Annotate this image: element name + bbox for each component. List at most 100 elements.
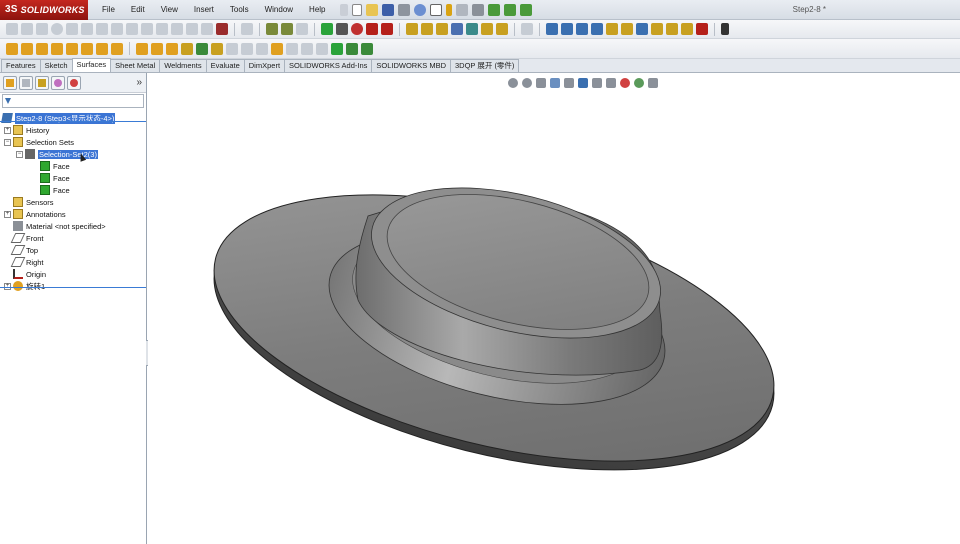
feature-manager-tab[interactable] bbox=[3, 75, 17, 90]
filled-surface-icon[interactable] bbox=[81, 42, 93, 55]
collapse-toggle[interactable]: − bbox=[16, 150, 23, 158]
macro-edit-icon[interactable] bbox=[366, 23, 378, 35]
dimxpert-manager-tab[interactable] bbox=[51, 75, 65, 90]
freeform-icon[interactable] bbox=[111, 42, 123, 55]
check-icon[interactable] bbox=[681, 23, 693, 35]
tree-item-sensors[interactable]: Sensors bbox=[0, 196, 146, 208]
tree-item-right-plane[interactable]: Right bbox=[0, 256, 146, 268]
planar-surface-icon[interactable] bbox=[96, 42, 108, 55]
tab-dimxpert[interactable]: DimXpert bbox=[243, 59, 286, 72]
thicken-icon[interactable] bbox=[286, 42, 298, 55]
fillet-icon[interactable] bbox=[331, 42, 343, 55]
thickened-cut-icon[interactable] bbox=[301, 42, 313, 55]
wrench-icon[interactable] bbox=[721, 23, 729, 35]
zoom-to-fit-icon[interactable] bbox=[508, 78, 518, 88]
circle-icon[interactable] bbox=[51, 23, 63, 35]
relations-icon[interactable] bbox=[266, 23, 278, 35]
extruded-surface-icon[interactable] bbox=[6, 42, 18, 55]
property-manager-tab[interactable] bbox=[19, 75, 33, 90]
rollback-bar[interactable] bbox=[0, 287, 146, 288]
rectangle-icon[interactable] bbox=[36, 23, 48, 35]
scissors-icon[interactable] bbox=[216, 23, 228, 35]
view-orientation-icon[interactable] bbox=[578, 78, 588, 88]
move-face-icon[interactable] bbox=[451, 23, 463, 35]
tree-item-face[interactable]: Face bbox=[0, 160, 146, 172]
compare-icon[interactable] bbox=[666, 23, 678, 35]
record-icon[interactable] bbox=[351, 23, 363, 35]
tab-evaluate[interactable]: Evaluate bbox=[205, 59, 245, 72]
tab-surfaces[interactable]: Surfaces bbox=[71, 58, 112, 72]
offset-surface-icon[interactable] bbox=[136, 42, 148, 55]
zoom-area-icon[interactable] bbox=[522, 78, 532, 88]
measure-icon[interactable] bbox=[696, 23, 708, 35]
repair-sketch-icon[interactable] bbox=[281, 23, 293, 35]
tree-item-history[interactable]: + History bbox=[0, 124, 146, 136]
tree-item-selection-sets[interactable]: − Selection Sets bbox=[0, 136, 146, 148]
intersect-icon[interactable] bbox=[496, 23, 508, 35]
combine-icon[interactable] bbox=[481, 23, 493, 35]
menu-tools[interactable]: Tools bbox=[222, 5, 257, 14]
section-view-icon[interactable] bbox=[550, 78, 560, 88]
tree-item-revolve[interactable]: + 旋转1 bbox=[0, 280, 146, 292]
fillet-sketch-icon[interactable] bbox=[156, 23, 168, 35]
tree-item-annotations[interactable]: + Annotations bbox=[0, 208, 146, 220]
menu-insert[interactable]: Insert bbox=[186, 5, 222, 14]
play-icon[interactable] bbox=[321, 23, 333, 35]
open-folder-icon[interactable] bbox=[365, 3, 378, 16]
previous-view-icon[interactable] bbox=[536, 78, 546, 88]
curves-icon[interactable] bbox=[361, 42, 373, 55]
spline-icon[interactable] bbox=[81, 23, 93, 35]
mirror-icon[interactable] bbox=[141, 23, 153, 35]
centerline-icon[interactable] bbox=[186, 23, 198, 35]
addin-icon[interactable] bbox=[487, 3, 500, 16]
tab-3dqp[interactable]: 3DQP 展开 (零件) bbox=[449, 59, 520, 72]
extend-surface-icon[interactable] bbox=[226, 42, 238, 55]
expand-toggle[interactable]: + bbox=[4, 282, 11, 290]
collapse-toggle[interactable]: − bbox=[4, 138, 11, 146]
undercut-icon[interactable] bbox=[606, 23, 618, 35]
tree-item-top-plane[interactable]: Top bbox=[0, 244, 146, 256]
arc-icon[interactable] bbox=[66, 23, 78, 35]
thickness-analysis-icon[interactable] bbox=[636, 23, 648, 35]
menu-view[interactable]: View bbox=[153, 5, 186, 14]
new-document-icon[interactable] bbox=[351, 3, 362, 16]
display-style-icon[interactable] bbox=[592, 78, 602, 88]
tree-filter[interactable] bbox=[2, 94, 144, 108]
sketch-icon[interactable] bbox=[6, 23, 18, 35]
grid-icon[interactable] bbox=[296, 23, 308, 35]
knit-surface-icon[interactable] bbox=[271, 42, 283, 55]
undo-icon[interactable] bbox=[413, 3, 426, 16]
feature-scope-icon[interactable] bbox=[421, 23, 433, 35]
deviation-icon[interactable] bbox=[576, 23, 588, 35]
tab-solidworks-mbd[interactable]: SOLIDWORKS MBD bbox=[371, 59, 451, 72]
curvature-icon[interactable] bbox=[546, 23, 558, 35]
tab-sheet-metal[interactable]: Sheet Metal bbox=[110, 59, 161, 72]
menu-window[interactable]: Window bbox=[257, 5, 301, 14]
tree-root[interactable]: Step2-8 (Step3<显示状态-4>) bbox=[0, 112, 146, 124]
tree-item-face[interactable]: Face bbox=[0, 172, 146, 184]
menu-help[interactable]: Help bbox=[301, 5, 333, 14]
file-properties-icon[interactable] bbox=[455, 3, 468, 16]
tab-weldments[interactable]: Weldments bbox=[159, 59, 207, 72]
addin3-icon[interactable] bbox=[519, 3, 532, 16]
tree-item-face[interactable]: Face bbox=[0, 184, 146, 196]
surface-flatten-icon[interactable] bbox=[166, 42, 178, 55]
print-icon[interactable] bbox=[397, 3, 410, 16]
parting-line-icon[interactable] bbox=[621, 23, 633, 35]
move-copy-icon[interactable] bbox=[436, 23, 448, 35]
zebra-icon[interactable] bbox=[561, 23, 573, 35]
offset-icon[interactable] bbox=[126, 23, 138, 35]
solidworks-logo[interactable]: 3S SOLIDWORKS bbox=[0, 0, 88, 20]
stop-icon[interactable] bbox=[336, 23, 348, 35]
addin2-icon[interactable] bbox=[503, 3, 516, 16]
expand-toggle[interactable]: + bbox=[4, 210, 11, 218]
expand-panel-button[interactable]: » bbox=[136, 77, 142, 88]
hide-show-items-icon[interactable] bbox=[606, 78, 616, 88]
untrim-surface-icon[interactable] bbox=[256, 42, 268, 55]
tab-solidworks-addins[interactable]: SOLIDWORKS Add-Ins bbox=[284, 59, 373, 72]
boundary-surface-icon[interactable] bbox=[66, 42, 78, 55]
polygon-icon[interactable] bbox=[96, 23, 108, 35]
view-settings-icon[interactable] bbox=[648, 78, 658, 88]
symmetry-icon[interactable] bbox=[651, 23, 663, 35]
text-icon[interactable] bbox=[201, 23, 213, 35]
